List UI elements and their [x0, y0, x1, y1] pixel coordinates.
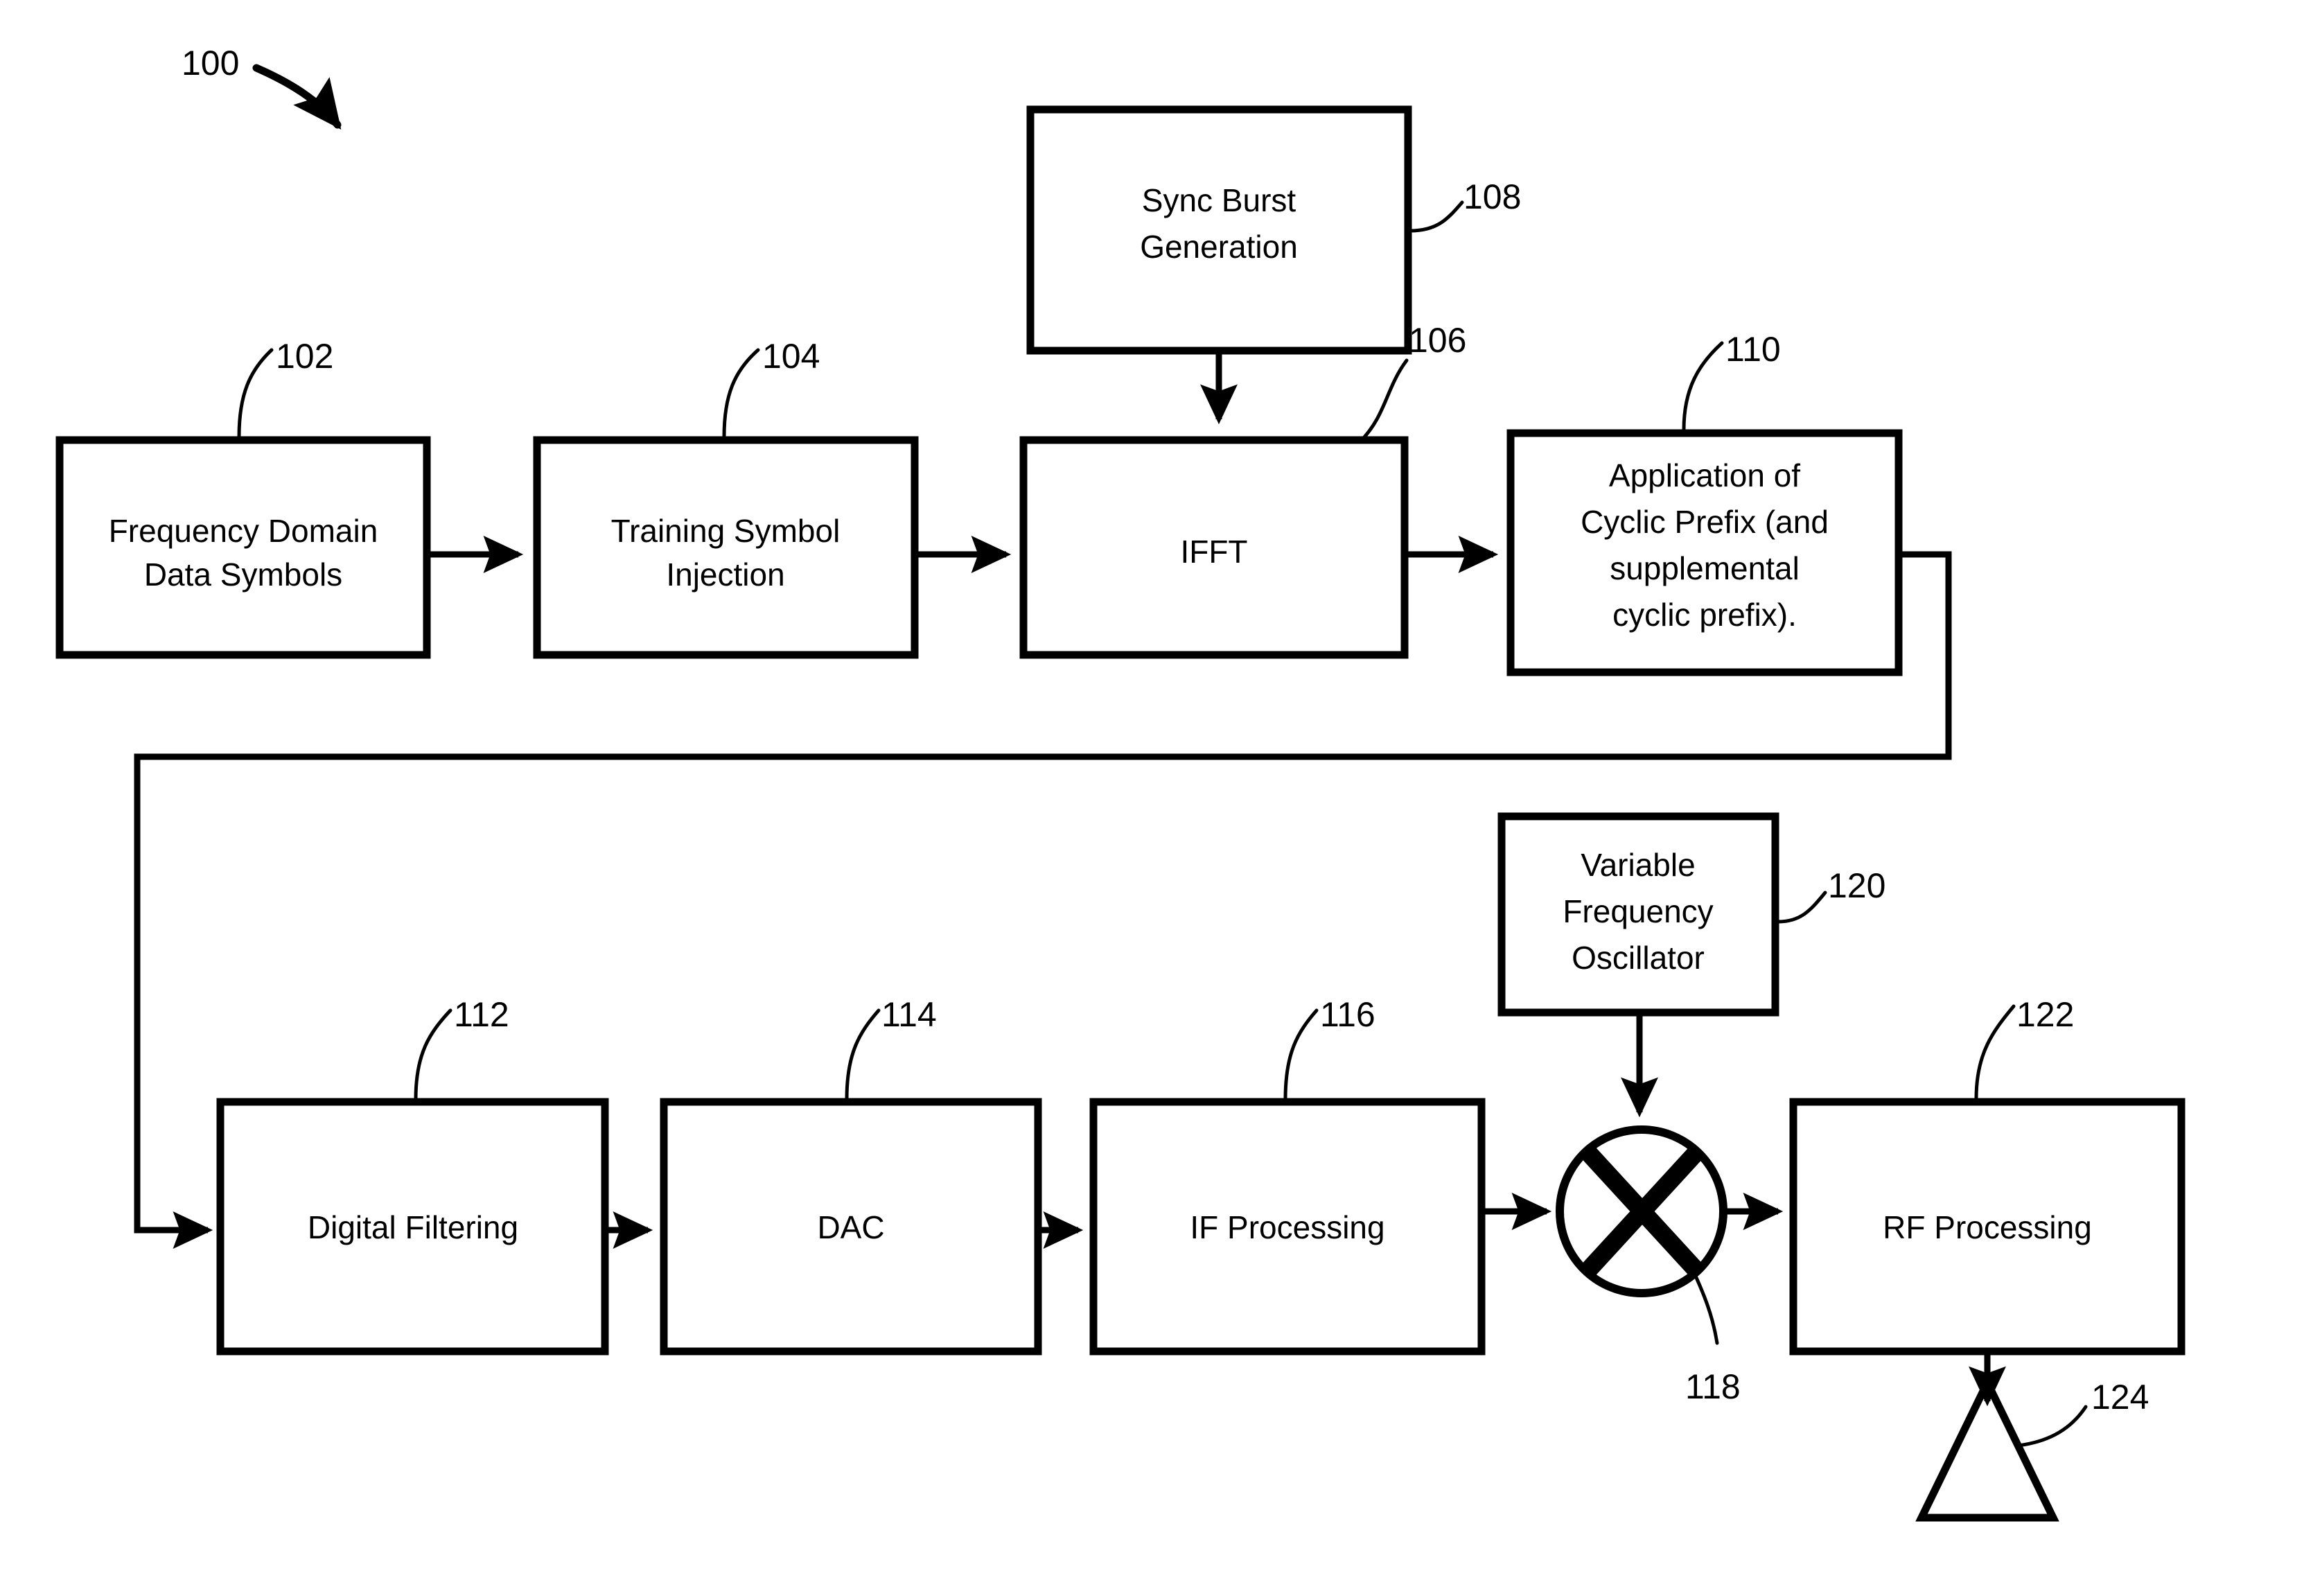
leader-124 [2016, 1405, 2088, 1448]
leader-104 [722, 348, 760, 439]
leader-110 [1682, 341, 1724, 432]
reference-number-116: 116 [1320, 995, 1375, 1034]
leader-122 [1974, 1004, 2016, 1100]
reference-number-122: 122 [2016, 995, 2074, 1034]
block-label-training-l1: Training Symbol [611, 513, 841, 549]
antenna-triangle[interactable] [1915, 1374, 2059, 1522]
block-label-ifft: IFFT [1180, 534, 1247, 570]
reference-number-104: 104 [762, 337, 820, 376]
reference-number-110: 110 [1725, 330, 1781, 369]
reference-number-118: 118 [1685, 1367, 1741, 1406]
reference-number-106: 106 [1409, 321, 1466, 360]
block-label-sync-l2: Generation [1140, 229, 1298, 265]
leader-102 [237, 348, 274, 439]
leader-114 [845, 1008, 881, 1101]
reference-number-112: 112 [454, 995, 509, 1034]
leader-120 [1776, 891, 1827, 924]
block-label-digital-filtering: Digital Filtering [308, 1209, 518, 1245]
leader-116 [1283, 1008, 1319, 1101]
block-label-rf-processing: RF Processing [1883, 1209, 2092, 1245]
block-label-cyclic-l3: supplemental [1610, 550, 1800, 586]
block-label-if-processing: IF Processing [1190, 1209, 1384, 1245]
reference-number-120: 120 [1828, 866, 1885, 905]
block-label-cyclic-l1: Application of [1609, 457, 1800, 493]
block-label-vfo-l2: Frequency [1563, 893, 1713, 929]
reference-number-102: 102 [276, 337, 333, 376]
block-label-vfo-l3: Oscillator [1572, 940, 1705, 976]
block-label-frequency-domain-l2: Data Symbols [144, 556, 342, 593]
block-label-cyclic-l2: Cyclic Prefix (and [1581, 504, 1829, 540]
block-label-frequency-domain-l1: Frequency Domain [109, 513, 378, 549]
block-label-dac: DAC [817, 1209, 884, 1245]
patent-figure: 100 Frequency Domain Data Symbols 102 Tr… [0, 0, 2304, 1596]
figure-reference-leader [252, 64, 342, 130]
leader-118 [1687, 1261, 1719, 1345]
block-label-cyclic-l4: cyclic prefix). [1612, 597, 1797, 633]
figure-reference-100: 100 [182, 44, 239, 82]
reference-number-108: 108 [1463, 177, 1521, 216]
block-diagram-canvas: 100 Frequency Domain Data Symbols 102 Tr… [55, 44, 2186, 1522]
leader-108 [1408, 200, 1464, 233]
leader-112 [414, 1008, 452, 1101]
block-label-vfo-l1: Variable [1581, 847, 1695, 883]
block-label-sync-l1: Sync Burst [1142, 182, 1296, 218]
reference-number-124: 124 [2091, 1378, 2149, 1417]
block-label-training-l2: Injection [666, 556, 784, 593]
reference-number-114: 114 [881, 995, 937, 1034]
leader-106 [1358, 358, 1409, 444]
